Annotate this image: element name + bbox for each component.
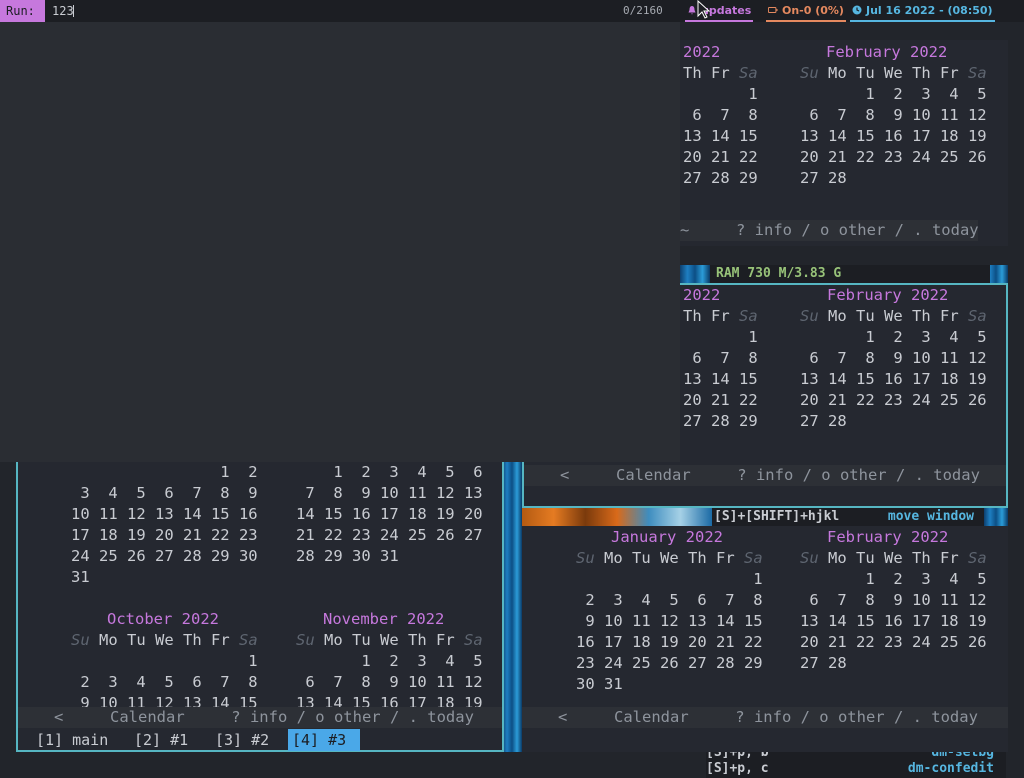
calendar-window-3[interactable]: January 2022 February 2022 Su Mo Tu We T… — [522, 526, 1008, 752]
wallpaper — [502, 462, 522, 752]
month-title: February 2022 — [826, 43, 948, 61]
week-row: 20 21 22 23 24 25 26 — [800, 633, 987, 651]
week-row: 1 — [683, 328, 758, 346]
keybind-hint-3: [S]+p, c dm-confedit — [706, 760, 1006, 778]
bell-icon — [688, 6, 696, 15]
week-row: 16 17 18 19 20 21 22 — [576, 633, 763, 651]
month-title: October 2022 — [107, 610, 219, 628]
week-row: 3 4 5 6 7 8 9 — [71, 484, 258, 502]
week-row: 13 14 15 16 17 18 19 — [800, 127, 987, 145]
month-title: February 2022 — [827, 528, 949, 546]
volume-widget[interactable]: On-0 (0%) — [766, 2, 846, 22]
wallpaper-strip — [522, 508, 712, 526]
clock-widget[interactable]: Jul 16 2022 - (08:50) — [850, 2, 995, 22]
week-row: 20 21 22 — [683, 391, 758, 409]
week-row: 7 8 9 10 11 12 13 — [296, 484, 483, 502]
week-row: 27 28 — [800, 412, 847, 430]
match-count: 0/2160 — [623, 4, 663, 17]
week-row: 17 18 19 20 21 22 23 — [71, 526, 258, 544]
weekday-header: Su Mo Tu We Th Fr Sa — [296, 631, 483, 649]
week-row: 10 11 12 13 14 15 16 — [71, 505, 258, 523]
weekday-header: Su Mo Tu We Th Fr Sa — [576, 549, 763, 567]
week-row: 1 — [683, 85, 758, 103]
run-prompt-label: Run: — [0, 0, 45, 22]
workspace-tab-main[interactable]: [1] main — [32, 729, 112, 751]
week-row: 13 14 15 — [683, 127, 758, 145]
month-title: 2022 — [683, 43, 721, 61]
week-row: 13 14 15 16 17 18 19 — [800, 612, 987, 630]
week-row: 23 24 25 26 27 28 29 — [576, 654, 763, 672]
week-row: 14 15 16 17 18 19 20 — [296, 505, 483, 523]
week-row: 6 7 8 9 10 11 12 — [800, 591, 987, 609]
run-launcher-results — [0, 22, 680, 462]
week-row: 6 7 8 9 10 11 12 — [800, 106, 987, 124]
keybind-action: move window — [887, 509, 974, 524]
week-row: 1 2 3 4 5 — [296, 652, 483, 670]
week-row: 13 14 15 16 17 18 19 — [800, 370, 987, 388]
week-row: 21 22 23 24 25 26 27 — [296, 526, 483, 544]
calendar-footer: < Calendar ? info / o other / . today — [524, 465, 1006, 486]
week-row: 1 — [576, 570, 763, 588]
weekday-header: Su Mo Tu We Th Fr Sa — [800, 64, 987, 82]
week-row: 20 21 22 23 24 25 26 — [800, 391, 987, 409]
weekday-header: Th Fr Sa — [683, 307, 758, 325]
week-row: 6 7 8 — [683, 106, 758, 124]
updates-widget[interactable]: updates — [685, 2, 754, 22]
wallpaper-strip-4 — [984, 508, 1008, 526]
wallpaper-strip-2 — [680, 265, 710, 283]
calendar-footer: < Calendar ? info / o other / . today — [18, 707, 502, 728]
workspace-tab-1[interactable]: [2] #1 — [130, 729, 192, 751]
week-row: 27 28 29 — [683, 169, 758, 187]
calendar-footer: ~ ? info / o other / . today — [680, 220, 979, 241]
keybind-hint: [S]+[SHIFT]+hjkl move window — [712, 508, 984, 526]
weekday-header: Su Mo Tu We Th Fr Sa — [800, 307, 987, 325]
volume-label: On-0 (0%) — [782, 4, 844, 17]
week-row: 28 29 30 31 — [296, 547, 399, 565]
week-row: 2 3 4 5 6 7 8 — [71, 673, 258, 691]
week-row: 1 — [71, 652, 258, 670]
weekday-header: Th Fr Sa — [683, 64, 758, 82]
week-row: 27 28 29 — [683, 412, 758, 430]
datetime-label: Jul 16 2022 - (08:50) — [866, 4, 993, 17]
workspace-tab-2[interactable]: [3] #2 — [211, 729, 273, 751]
weekday-header: Su Mo Tu We Th Fr Sa — [71, 631, 258, 649]
month-title: November 2022 — [323, 610, 445, 628]
week-row: 6 7 8 9 10 11 12 — [800, 349, 987, 367]
week-row: 1 2 3 4 5 — [800, 85, 987, 103]
week-row: 1 2 3 4 5 6 — [296, 463, 483, 481]
workspace-tab-3[interactable]: [4] #3 — [288, 729, 360, 751]
battery-icon — [768, 7, 778, 13]
month-title: 2022 — [683, 286, 721, 304]
week-row: 9 10 11 12 13 14 15 — [576, 612, 763, 630]
week-row: 24 25 26 27 28 29 30 — [71, 547, 258, 565]
ram-indicator: RAM 730 M/3.83 G — [710, 265, 990, 283]
week-row: 6 7 8 — [683, 349, 758, 367]
clock-icon — [852, 5, 862, 15]
calendar-footer: < Calendar ? info / o other / . today — [522, 707, 1008, 728]
month-title: January 2022 — [611, 528, 723, 546]
calendar-window-1[interactable]: 2022 February 2022 Th Fr Sa Su Mo Tu We … — [680, 40, 1008, 246]
run-input[interactable] — [52, 0, 612, 22]
week-row: 6 7 8 9 10 11 12 — [296, 673, 483, 691]
week-row: 1 2 3 4 5 — [800, 570, 987, 588]
calendar-window-4[interactable]: 1 2 3 4 5 6 7 8 9 10 11 12 13 14 15 16 1… — [16, 462, 504, 752]
week-row: 27 28 — [800, 654, 847, 672]
week-row: 20 21 22 — [683, 148, 758, 166]
weekday-header: Su Mo Tu We Th Fr Sa — [800, 549, 987, 567]
week-row: 27 28 — [800, 169, 847, 187]
week-row: 30 31 — [576, 675, 623, 693]
keybind-keys: [S]+[SHIFT]+hjkl — [714, 509, 840, 524]
text-cursor — [73, 5, 74, 17]
week-row: 2 3 4 5 6 7 8 — [576, 591, 763, 609]
week-row: 20 21 22 23 24 25 26 — [800, 148, 987, 166]
week-row: 1 2 — [71, 463, 258, 481]
week-row: 1 2 3 4 5 — [800, 328, 987, 346]
workspace-bar: [1] main [2] #1 [3] #2 [4] #3 — [18, 729, 502, 751]
month-title: February 2022 — [827, 286, 949, 304]
week-row: 13 14 15 — [683, 370, 758, 388]
mouse-pointer-icon — [697, 0, 711, 19]
week-row: 31 — [71, 568, 90, 586]
